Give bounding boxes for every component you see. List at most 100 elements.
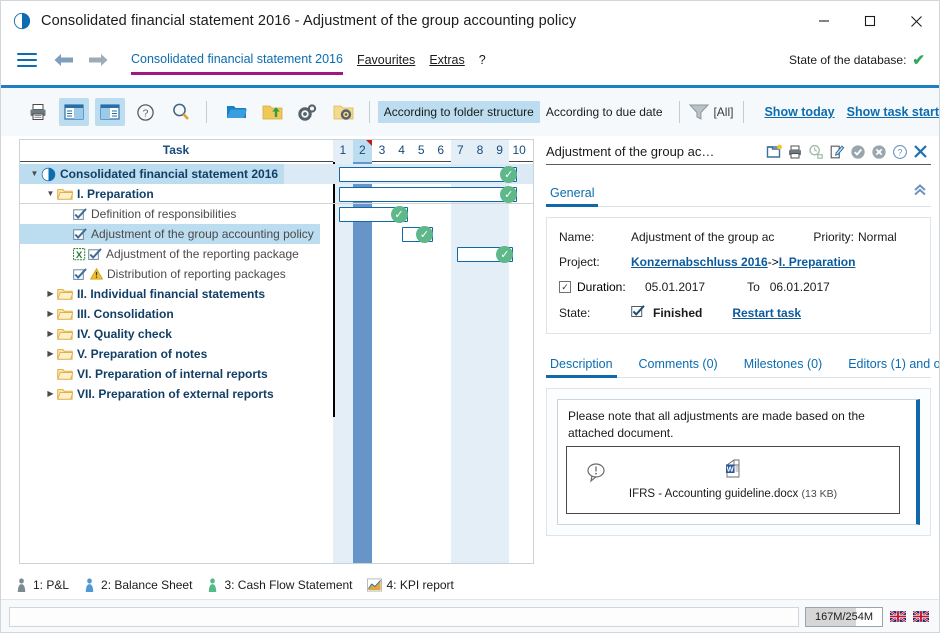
duration-from-value[interactable]: 05.01.2017 [645,280,705,294]
view-due-date-button[interactable]: According to due date [540,101,669,123]
expand-arrow-down-icon[interactable]: ▼ [28,164,41,184]
detail-tab[interactable]: Milestones (0) [740,357,827,377]
expand-arrow-down-icon[interactable]: ▼ [44,184,57,204]
check-task-icon [73,267,87,280]
settings-button[interactable] [293,98,323,126]
detail-close-button[interactable] [910,141,931,162]
print-button[interactable] [23,98,53,126]
gantt-week-8[interactable]: 8 [470,140,490,162]
project-link-parent[interactable]: Konzernabschluss 2016 [631,255,768,269]
open-document-item[interactable]: 1: P&L [15,577,69,593]
gantt-week-10[interactable]: 10 [509,140,529,162]
gantt-bar[interactable]: ✓ [338,185,518,203]
detail-tab[interactable]: Description [546,357,617,378]
check-task-icon [73,227,87,240]
new-document-button[interactable] [763,141,784,162]
task-row-label-group: VI. Preparation of internal reports [20,364,274,384]
menu-item-extras[interactable]: Extras [429,53,464,67]
expand-arrow-right-icon[interactable]: ▶ [44,384,57,404]
close-button[interactable] [893,1,939,41]
gantt-bar[interactable]: ✓ [456,245,514,263]
detail-tab[interactable]: Comments (0) [635,357,722,377]
layout-right-button[interactable] [94,98,125,126]
gantt-bar[interactable]: ✓ [338,205,408,223]
print-icon [30,104,46,120]
gantt-week-9[interactable]: 9 [489,140,510,162]
reject-button[interactable] [868,141,889,162]
folder-gear-icon [333,105,354,120]
name-value[interactable]: Adjustment of the group ac [631,230,774,244]
hamburger-menu-icon[interactable] [17,49,37,71]
gantt-bar[interactable]: ✓ [401,225,433,243]
expand-arrow-right-icon[interactable]: ▶ [44,284,57,304]
gantt-week-3[interactable]: 3 [372,140,392,162]
menu-item-project[interactable]: Consolidated financial statement 2016 [131,52,343,75]
gantt-week-1[interactable]: 1 [333,140,353,162]
memory-indicator[interactable]: 167M/254M [805,606,883,627]
attachment-box[interactable]: W IFRS - Accounting guideline.docx (13 K… [566,446,900,514]
folder-icon [57,368,73,381]
show-today-link[interactable]: Show today [764,105,834,119]
search-button[interactable] [166,98,196,126]
description-text-area[interactable]: Please note that all adjustments are mad… [557,399,920,525]
attachment-entry[interactable]: W IFRS - Accounting guideline.docx (13 K… [567,459,899,503]
open-folder-button[interactable] [221,98,251,126]
folder-settings-button[interactable] [329,98,359,126]
open-document-item[interactable]: 2: Balance Sheet [83,577,192,593]
expand-arrow-right-icon[interactable]: ▶ [44,344,57,364]
minimize-icon [819,20,829,22]
gantt-week-6[interactable]: 6 [431,140,451,162]
project-link-child[interactable]: I. Preparation [779,255,856,269]
folder-open-icon [226,106,247,118]
folder-icon [57,308,73,320]
collapse-chevron-icon[interactable] [913,183,927,200]
show-task-start-link[interactable]: Show task start [847,105,939,119]
detail-help-button[interactable]: ? [889,141,910,162]
task-row-label-group: ▶ II. Individual financial statements [20,284,271,304]
history-button[interactable] [805,141,826,162]
open-document-item[interactable]: 4: KPI report [366,578,454,592]
gantt-week-7[interactable]: 7 [450,140,471,162]
uk-flag-icon[interactable] [890,611,906,622]
menu-item-favourites[interactable]: Favourites [357,53,415,67]
tree-header: Task 1 2 3 4 5 6 7 8 9 10 [20,140,533,162]
field-row-state: State: Finished Restart task [559,305,918,321]
maximize-button[interactable] [847,1,893,41]
word-document-icon: W [725,459,739,478]
detail-tab[interactable]: Editors (1) and obs… [844,357,939,377]
task-row-text: Adjustment of the reporting package [106,247,299,261]
accept-button[interactable] [847,141,868,162]
gantt-week-5[interactable]: 5 [411,140,431,162]
gantt-bar[interactable]: ✓ [338,165,518,183]
maximize-icon [864,15,876,27]
layout-left-button[interactable] [58,98,89,126]
back-arrow-icon[interactable] [53,52,75,68]
priority-value[interactable]: Normal [858,230,918,244]
restart-task-link[interactable]: Restart task [732,306,801,320]
task-row-label-group: ▼ Consolidated financial statement 2016 [20,164,285,184]
menu-item-help[interactable]: ? [479,53,486,67]
gantt-week-2[interactable]: 2 [352,140,373,162]
folder-icon [57,188,73,200]
project-logo-icon [41,167,56,181]
tab-general[interactable]: General [546,186,599,207]
help-button[interactable]: ? [131,98,161,126]
minimize-button[interactable] [801,1,847,41]
expand-arrow-right-icon[interactable]: ▶ [44,304,57,324]
forward-arrow-icon[interactable] [87,52,109,68]
folder-upload-button[interactable] [257,98,287,126]
detail-print-button[interactable] [784,141,805,162]
field-row-name: Name: Adjustment of the group ac Priorit… [559,230,918,244]
duration-checkbox[interactable]: ✓ [559,281,571,293]
open-document-item[interactable]: 3: Cash Flow Statement [206,577,353,593]
status-input[interactable] [9,606,799,627]
filter-funnel-icon[interactable] [688,102,710,122]
uk-flag-icon[interactable] [913,611,929,622]
filter-value[interactable]: [All] [713,105,733,119]
task-row-text: III. Consolidation [77,307,174,321]
edit-button[interactable] [826,141,847,162]
view-folder-structure-button[interactable]: According to folder structure [377,101,540,123]
expand-arrow-right-icon[interactable]: ▶ [44,324,57,344]
gantt-week-4[interactable]: 4 [392,140,412,162]
duration-to-value[interactable]: 06.01.2017 [770,280,830,294]
